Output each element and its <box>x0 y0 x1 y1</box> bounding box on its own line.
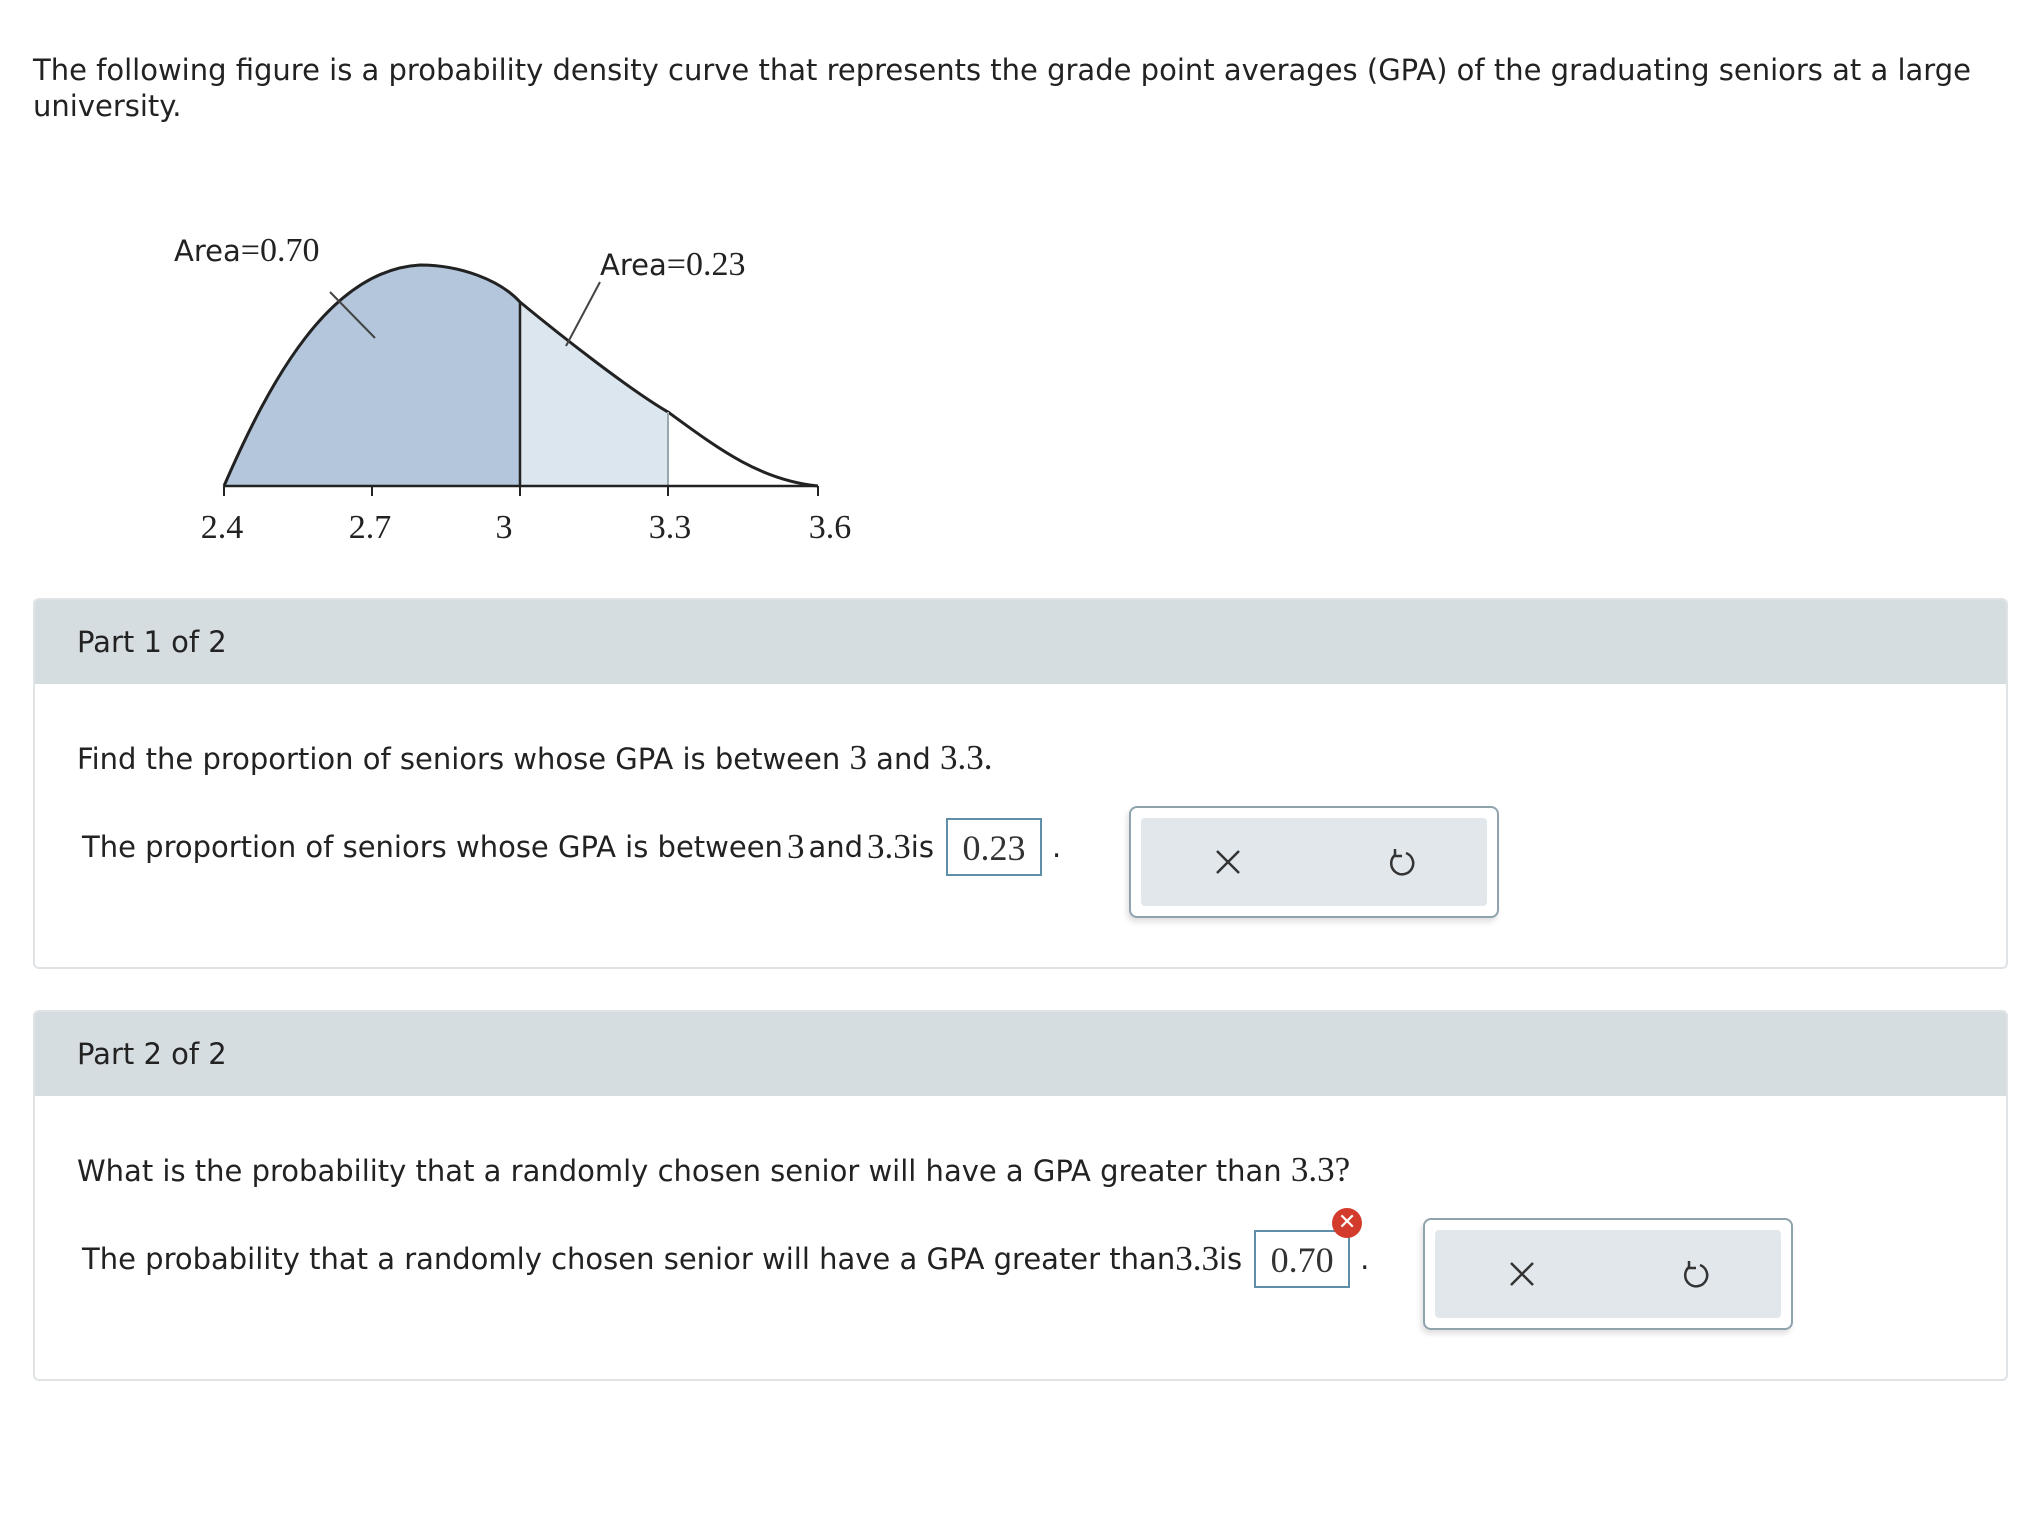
undo-icon[interactable] <box>1665 1244 1725 1304</box>
action-panel <box>1423 1218 1793 1330</box>
tick-label: 3.6 <box>808 509 852 546</box>
part-1-panel: Part 1 of 2 Find the proportion of senio… <box>33 598 2008 969</box>
area-shade-middle <box>520 302 668 486</box>
tick-label: 2.4 <box>200 509 244 546</box>
answer-input[interactable]: 0.70 ✕ <box>1254 1208 1363 1288</box>
area-shade-left <box>224 265 520 486</box>
undo-icon[interactable] <box>1371 832 1431 892</box>
part-header: Part 2 of 2 <box>35 1012 2006 1096</box>
answer-sentence: The proportion of seniors whose GPA is b… <box>82 818 1061 876</box>
area-label-middle: Area=0.23 <box>600 246 746 283</box>
part-2-panel: Part 2 of 2 What is the probability that… <box>33 1010 2008 1381</box>
tick-label: 3 <box>495 509 513 546</box>
close-icon[interactable] <box>1492 1244 1552 1304</box>
action-panel <box>1129 806 1499 918</box>
answer-input[interactable]: 0.23 <box>945 818 1042 876</box>
leader-line-middle <box>565 281 601 347</box>
question-text: Find the proportion of seniors whose GPA… <box>77 738 993 777</box>
answer-sentence: The probability that a randomly chosen s… <box>82 1208 1369 1288</box>
part-header: Part 1 of 2 <box>35 600 2006 684</box>
density-curve-figure <box>222 263 819 496</box>
area-label-left: Area=0.70 <box>174 232 320 269</box>
tick-label: 3.3 <box>648 509 692 546</box>
question-text: What is the probability that a randomly … <box>77 1150 1351 1189</box>
tick-label: 2.7 <box>348 509 392 546</box>
error-icon: ✕ <box>1332 1208 1363 1238</box>
close-icon[interactable] <box>1198 832 1258 892</box>
